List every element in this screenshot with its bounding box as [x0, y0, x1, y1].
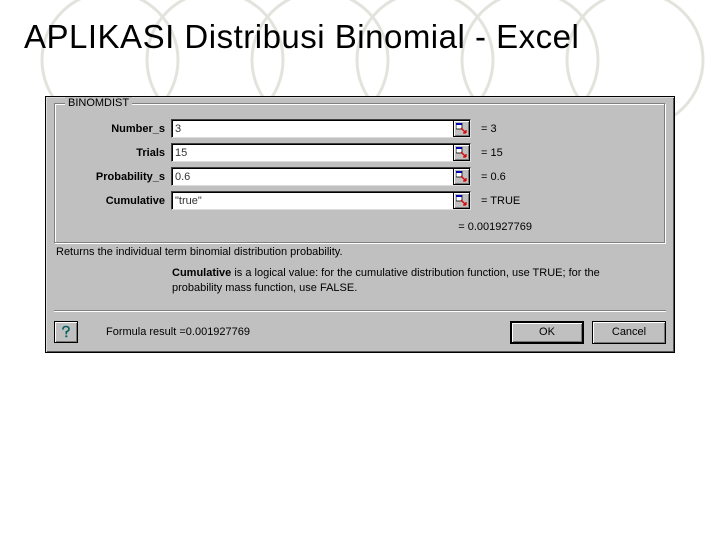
computed-result: = 0.001927769: [63, 215, 657, 235]
function-description: Returns the individual term binomial dis…: [54, 244, 666, 266]
param-equals-number-s: = 3: [471, 123, 497, 135]
argument-help-body: is a logical value: for the cumulative d…: [172, 267, 600, 294]
trials-input[interactable]: [171, 143, 471, 162]
help-icon: [59, 325, 73, 339]
function-name-legend: BINOMDIST: [65, 97, 132, 109]
cumulative-input[interactable]: [171, 191, 471, 210]
number-s-input[interactable]: [171, 119, 471, 138]
param-equals-probability-s: = 0.6: [471, 171, 506, 183]
param-row-number-s: Number_s = 3: [63, 119, 657, 138]
ok-button[interactable]: OK: [510, 321, 584, 344]
function-groupbox: BINOMDIST Number_s = 3 Tria: [54, 103, 666, 244]
slide-title: APLIKASI Distribusi Binomial - Excel: [0, 0, 720, 66]
param-row-trials: Trials = 15: [63, 143, 657, 162]
param-label-cumulative: Cumulative: [63, 195, 171, 207]
collapse-dialog-icon[interactable]: [453, 120, 470, 137]
probability-s-input[interactable]: [171, 167, 471, 186]
formula-result-value: 0.001927769: [186, 326, 250, 338]
argument-help-name: Cumulative: [172, 267, 231, 279]
collapse-dialog-icon[interactable]: [453, 144, 470, 161]
collapse-dialog-icon[interactable]: [453, 192, 470, 209]
param-equals-trials: = 15: [471, 147, 503, 159]
param-label-probability-s: Probability_s: [63, 171, 171, 183]
param-row-cumulative: Cumulative = TRUE: [63, 191, 657, 210]
formula-result: Formula result =0.001927769: [78, 326, 502, 338]
dialog-bottom-row: Formula result =0.001927769 OK Cancel: [54, 318, 666, 344]
collapse-dialog-icon[interactable]: [453, 168, 470, 185]
formula-result-label: Formula result =: [106, 326, 186, 338]
help-button[interactable]: [54, 321, 78, 343]
param-label-number-s: Number_s: [63, 123, 171, 135]
separator: [54, 310, 666, 312]
function-arguments-dialog: BINOMDIST Number_s = 3 Tria: [45, 96, 675, 353]
param-equals-cumulative: = TRUE: [471, 195, 520, 207]
param-label-trials: Trials: [63, 147, 171, 159]
argument-help-text: Cumulative is a logical value: for the c…: [54, 266, 666, 306]
param-row-probability-s: Probability_s = 0.6: [63, 167, 657, 186]
cancel-button[interactable]: Cancel: [592, 321, 666, 344]
